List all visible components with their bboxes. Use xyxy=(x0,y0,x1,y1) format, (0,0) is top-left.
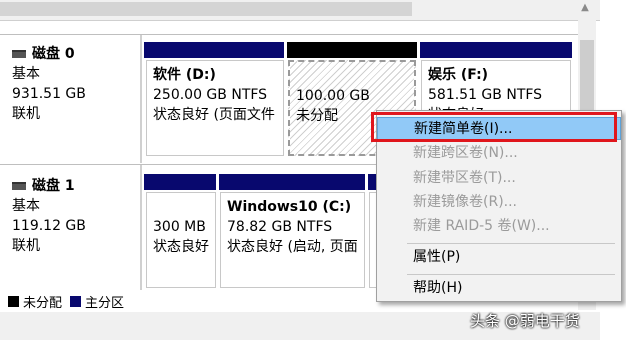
disk-1-title: 磁盘 1 xyxy=(32,178,75,194)
partition-header-unallocated xyxy=(287,42,417,58)
disk-1-info[interactable]: 磁盘 1 基本 119.12 GB 联机 xyxy=(12,176,136,256)
disk-1-title-row: 磁盘 1 xyxy=(12,176,136,196)
horizontal-scrollbar-thumb[interactable] xyxy=(0,2,412,16)
partition-d-status: 状态良好 (页面文件 xyxy=(153,107,275,123)
watermark: 头条 @弱电干货 xyxy=(470,312,580,330)
legend-primary-label: 主分区 xyxy=(85,296,125,311)
menu-item-new-spanned-volume[interactable]: 新建跨区卷(N)... xyxy=(377,142,621,165)
partition-f-name: 娱乐 (F:) xyxy=(428,67,489,83)
menu-item-new-raid5-volume[interactable]: 新建 RAID-5 卷(W)... xyxy=(377,215,621,238)
partition-c-size: 78.82 GB NTFS xyxy=(227,219,333,235)
partition-header-primary xyxy=(144,42,284,58)
menu-separator xyxy=(407,243,615,244)
partition-unallocated-size: 100.00 GB xyxy=(296,88,370,104)
legend: 未分配 主分区 xyxy=(8,292,124,311)
partition-system-size: 300 MB xyxy=(153,219,206,235)
highlight-annotation-box xyxy=(371,112,617,142)
disk-0-info[interactable]: 磁盘 0 基本 931.51 GB 联机 xyxy=(12,44,136,124)
disk-0-type: 基本 xyxy=(12,66,40,82)
disk-0-title: 磁盘 0 xyxy=(32,46,75,62)
menu-separator xyxy=(407,274,615,275)
partition-header-primary xyxy=(144,174,216,190)
disk-0-title-row: 磁盘 0 xyxy=(12,44,136,64)
partition-d[interactable]: 软件 (D:) 250.00 GB NTFS 状态良好 (页面文件 xyxy=(146,60,284,156)
disk-0-status: 联机 xyxy=(12,106,40,122)
legend-unallocated-swatch xyxy=(8,296,19,307)
partition-c-name: Windows10 (C:) xyxy=(227,199,352,215)
column-divider xyxy=(140,35,142,163)
partition-header-primary xyxy=(420,42,572,58)
disk-icon xyxy=(12,50,26,58)
partition-header-primary xyxy=(219,174,365,190)
disk-0-size: 931.51 GB xyxy=(12,86,86,102)
partition-system-reserved[interactable]: 300 MB 状态良好 xyxy=(146,192,216,288)
vertical-scrollbar-thumb[interactable] xyxy=(580,40,594,115)
partition-f-size: 581.51 GB NTFS xyxy=(428,87,543,103)
disk-icon xyxy=(12,182,26,190)
partition-d-size: 250.00 GB NTFS xyxy=(153,87,268,103)
partition-unallocated-name xyxy=(296,66,408,86)
disk-1-status: 联机 xyxy=(12,238,40,254)
menu-item-new-striped-volume[interactable]: 新建带区卷(T)... xyxy=(377,167,621,190)
disk-1-size: 119.12 GB xyxy=(12,218,86,234)
scroll-up-arrow-icon[interactable]: ▲ xyxy=(578,2,592,14)
partition-d-name: 软件 (D:) xyxy=(153,67,216,83)
partition-system-status: 状态良好 xyxy=(153,239,209,255)
partition-c-status: 状态良好 (启动, 页面 xyxy=(227,239,358,255)
partition-c[interactable]: Windows10 (C:) 78.82 GB NTFS 状态良好 (启动, 页… xyxy=(220,192,365,288)
column-divider xyxy=(140,165,142,290)
partition-system-name xyxy=(153,197,209,217)
menu-item-new-mirrored-volume[interactable]: 新建镜像卷(R)... xyxy=(377,191,621,214)
menu-item-help[interactable]: 帮助(H) xyxy=(377,277,621,300)
legend-unallocated-label: 未分配 xyxy=(23,296,63,311)
row-divider xyxy=(0,34,578,35)
menu-item-properties[interactable]: 属性(P) xyxy=(377,246,621,269)
disk-1-type: 基本 xyxy=(12,198,40,214)
legend-primary-swatch xyxy=(70,296,82,307)
